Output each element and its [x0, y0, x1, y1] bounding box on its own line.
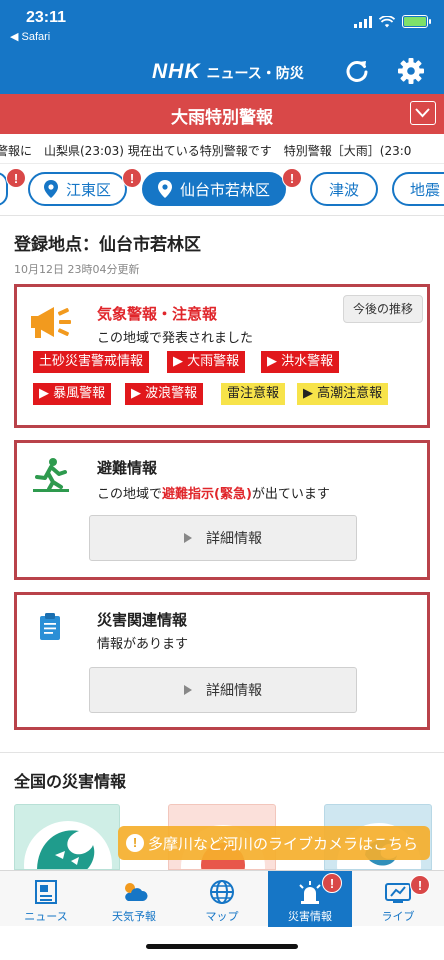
- tsunami-wave-icon: [24, 821, 112, 869]
- play-triangle-icon: [184, 685, 192, 695]
- disaster-related-card[interactable]: 災害関連情報 情報があります 詳細情報: [14, 592, 430, 730]
- weather-icon: [125, 883, 148, 901]
- registered-location-title: 登録地点：仙台市若林区: [14, 235, 201, 255]
- evacuation-order-highlight: 避難指示(緊急): [162, 487, 252, 502]
- advisory-tag[interactable]: ▶ 高潮注意報: [297, 383, 389, 405]
- nhk-logo-text: NHK: [152, 60, 201, 83]
- warning-tag[interactable]: ▶ 波浪警報: [125, 383, 204, 405]
- map-pin-icon: [158, 180, 172, 198]
- back-to-safari-link[interactable]: ◀ Safari: [10, 30, 50, 43]
- live-tv-icon: [385, 883, 411, 903]
- location-label: 仙台市若林区: [180, 180, 271, 199]
- registered-location-header: 登録地点：仙台市若林区 10月12日 23時04分更新: [14, 230, 201, 277]
- disaster-related-desc: 情報があります: [97, 637, 189, 652]
- globe-icon: [210, 880, 234, 904]
- evacuation-desc-prefix: この地域で: [97, 487, 163, 502]
- live-camera-banner[interactable]: ! 多摩川など河川のライブカメラはこちら: [118, 826, 430, 860]
- bottom-tab-bar: ニュース 天気予報 マップ 災害情報 ! ライブ !: [0, 870, 444, 927]
- siren-icon: [299, 881, 321, 904]
- updated-timestamp: 10月12日 23時04分更新: [14, 263, 140, 276]
- settings-gear-icon[interactable]: [397, 57, 425, 85]
- evacuation-title: 避難情報: [97, 459, 158, 477]
- status-bar: 23:11 ◀ Safari: [0, 0, 444, 48]
- warning-tag[interactable]: ▶ 洪水警報: [261, 351, 340, 373]
- map-pin-icon: [44, 180, 58, 198]
- status-icons: [354, 15, 431, 28]
- play-triangle-icon: [184, 533, 192, 543]
- warning-tag[interactable]: ▶ 大雨警報: [167, 351, 246, 373]
- newspaper-icon: [35, 880, 57, 904]
- warning-tag[interactable]: 土砂災害警戒情報: [33, 351, 150, 373]
- tsunami-tile[interactable]: [14, 804, 120, 870]
- ticker-text: 警報に 山梨県(23:03) 現在出ている特別警報です 特別警報［大雨］(23:…: [0, 144, 412, 158]
- alert-exclamation-icon: !: [126, 834, 144, 852]
- location-pill-koto[interactable]: 江東区: [28, 172, 128, 206]
- disaster-related-title: 災害関連情報: [97, 611, 188, 629]
- location-pill-tsunami[interactable]: 津波: [310, 172, 378, 206]
- detail-button-label: 詳細情報: [206, 683, 262, 699]
- weather-warnings-card[interactable]: 気象警報・注意報 この地域で発表されました 今後の推移 土砂災害警戒情報 ▶ 大…: [14, 284, 430, 428]
- tab-label: 天気予報: [112, 910, 156, 923]
- national-disaster-title: 全国の災害情報: [14, 772, 127, 791]
- app-header: NHK ニュース・防災: [0, 48, 444, 94]
- megaphone-icon: [31, 307, 71, 338]
- tab-weather[interactable]: 天気予報: [92, 871, 176, 927]
- location-selector: ! 江東区 ! 仙台市若林区 ! 津波 地震: [0, 164, 444, 216]
- expand-chevron-button[interactable]: [410, 101, 436, 125]
- home-indicator: [146, 944, 298, 949]
- location-label: 江東区: [66, 180, 112, 199]
- location-pill-earthquake[interactable]: 地震: [392, 172, 444, 206]
- status-time: 23:11: [26, 9, 67, 26]
- brand-logo: NHK ニュース・防災: [152, 60, 304, 84]
- evacuation-desc-suffix: が出ています: [251, 487, 330, 502]
- battery-icon: [402, 15, 431, 28]
- tab-label: マップ: [205, 910, 239, 923]
- running-person-icon: [33, 458, 69, 492]
- clipboard-icon: [40, 613, 60, 640]
- header-subtitle: ニュース・防災: [206, 66, 304, 82]
- location-pill-sendai-wakabayashi[interactable]: 仙台市若林区: [142, 172, 287, 206]
- alert-badge: !: [6, 168, 26, 188]
- special-warning-title: 大雨特別警報: [171, 108, 273, 128]
- tab-label: ライブ: [381, 910, 415, 923]
- evacuation-detail-button[interactable]: 詳細情報: [89, 515, 357, 561]
- live-camera-banner-text: 多摩川など河川のライブカメラはこちら: [148, 834, 419, 853]
- tab-news[interactable]: ニュース: [4, 871, 88, 927]
- detail-button-label: 詳細情報: [206, 531, 262, 547]
- location-label: 津波: [328, 180, 359, 199]
- weather-warnings-title: 気象警報・注意報: [97, 305, 218, 323]
- chevron-down-icon: [415, 108, 430, 118]
- section-divider: [0, 752, 444, 753]
- evacuation-info-card[interactable]: 避難情報 この地域で避難指示(緊急)が出ています 詳細情報: [14, 440, 430, 580]
- warning-tag[interactable]: ▶ 暴風警報: [33, 383, 112, 405]
- cellular-signal-icon: [354, 15, 372, 28]
- future-trend-button[interactable]: 今後の推移: [343, 295, 423, 323]
- special-warning-bar[interactable]: 大雨特別警報: [0, 94, 444, 134]
- alert-badge: !: [322, 873, 342, 893]
- weather-warnings-desc: この地域で発表されました: [97, 331, 254, 346]
- tab-map[interactable]: マップ: [180, 871, 264, 927]
- tab-label: ニュース: [24, 910, 68, 923]
- alert-badge: !: [410, 875, 430, 895]
- disaster-detail-button[interactable]: 詳細情報: [89, 667, 357, 713]
- advisory-tag[interactable]: 雷注意報: [221, 383, 286, 405]
- tab-label: 災害情報: [288, 910, 332, 923]
- alert-badge: !: [122, 168, 142, 188]
- wifi-icon: [379, 15, 395, 27]
- location-label: 地震: [410, 180, 441, 199]
- reload-icon[interactable]: [344, 58, 370, 84]
- news-ticker[interactable]: 警報に 山梨県(23:03) 現在出ている特別警報です 特別警報［大雨］(23:…: [0, 134, 444, 164]
- alert-badge: !: [282, 168, 302, 188]
- evacuation-desc: この地域で避難指示(緊急)が出ています: [97, 483, 330, 502]
